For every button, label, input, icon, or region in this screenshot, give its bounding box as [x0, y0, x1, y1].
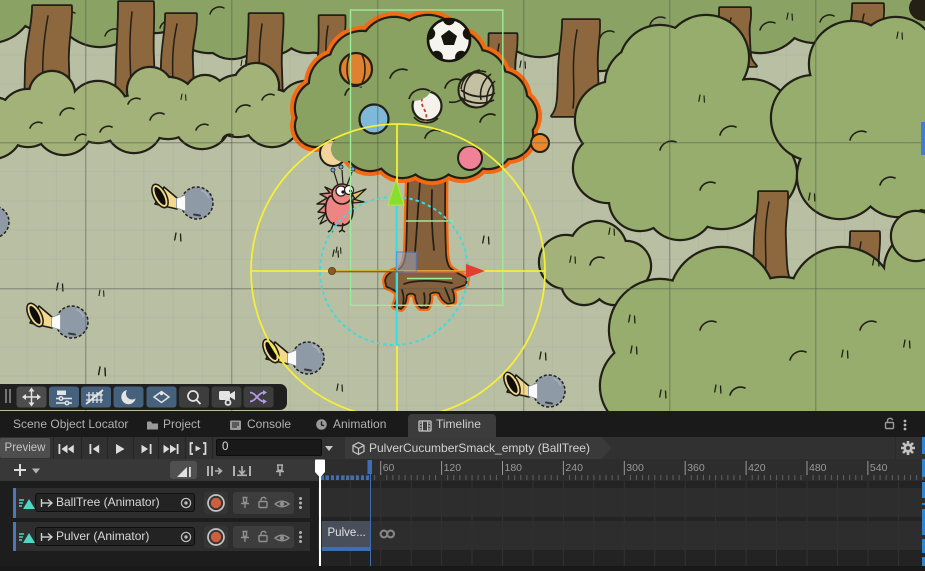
svg-text:180: 180 [505, 462, 523, 474]
svg-text:60: 60 [383, 462, 395, 474]
svg-text:480: 480 [809, 462, 827, 474]
svg-text:120: 120 [444, 462, 462, 474]
svg-text:420: 420 [748, 462, 766, 474]
svg-text:240: 240 [565, 462, 583, 474]
svg-text:300: 300 [626, 462, 644, 474]
svg-text:540: 540 [870, 462, 888, 474]
svg-text:360: 360 [687, 462, 705, 474]
